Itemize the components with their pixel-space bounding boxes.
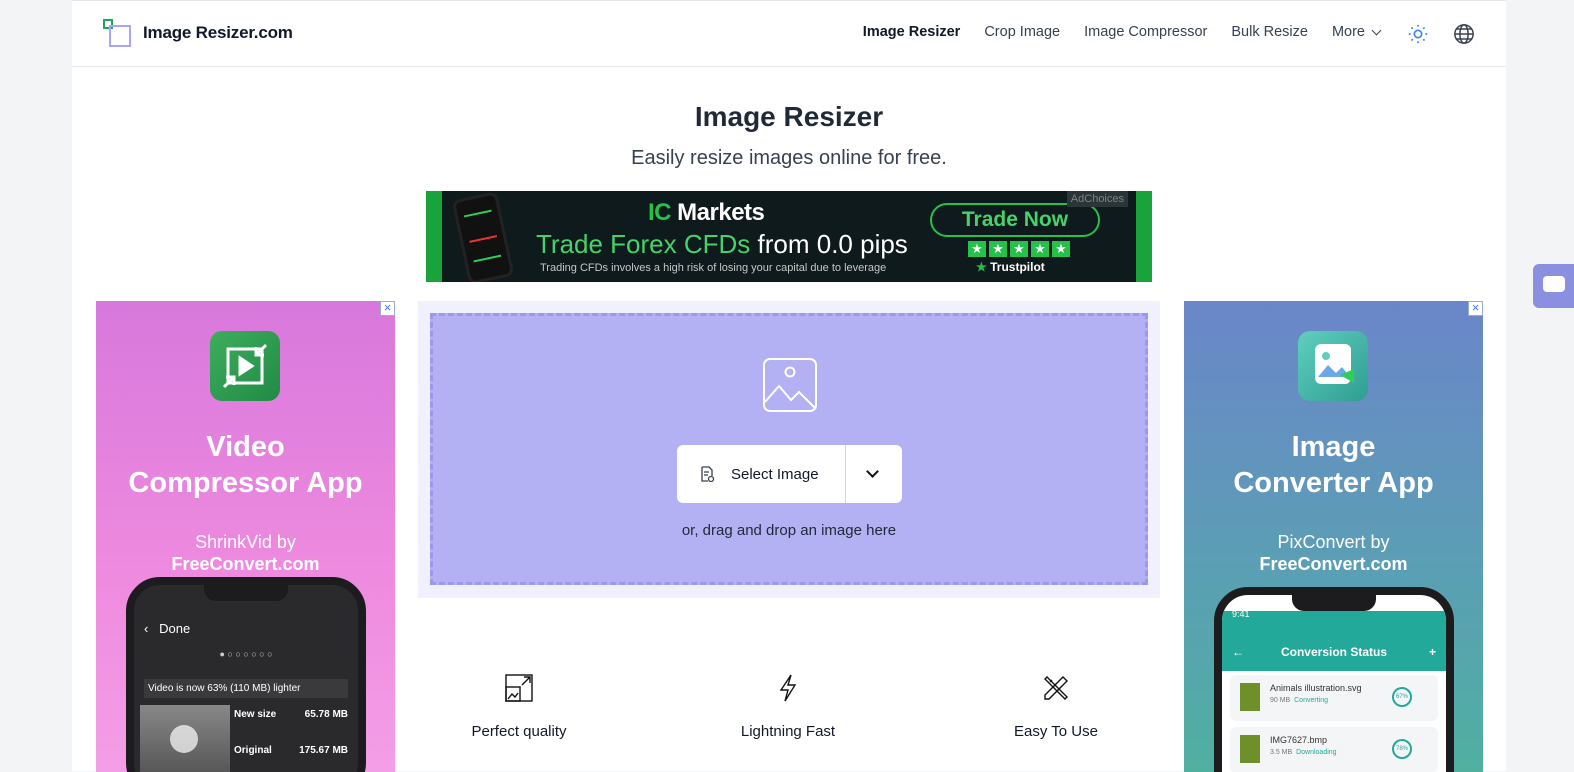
pencil-ruler-icon — [1044, 676, 1068, 700]
nav-more-label: More — [1331, 24, 1365, 40]
feature-label: Perfect quality — [471, 723, 567, 740]
file-jpg-icon — [1240, 735, 1260, 763]
nav-bulk-resize[interactable]: Bulk Resize — [1231, 24, 1308, 40]
left-ad-byline: ShrinkVid by FreeConvert.com — [171, 532, 320, 574]
ad-rating-stars: ★ ★ ★ ★ ★ — [968, 241, 1070, 257]
select-source-dropdown[interactable] — [845, 445, 902, 503]
image-placeholder-icon — [763, 358, 817, 412]
select-image-button-group: Select Image — [677, 445, 902, 503]
chevron-down-icon — [1371, 25, 1382, 35]
original-value: 175.67 MB — [299, 745, 348, 756]
resize-image-icon — [505, 674, 533, 702]
feedback-tab[interactable] — [1533, 264, 1574, 308]
file-row: IMG7627.bmp 3.5 MB Downloading 78% — [1230, 727, 1438, 772]
drag-drop-hint: or, drag and drop an image here — [681, 522, 897, 539]
logo[interactable]: Image Resizer.com — [103, 19, 293, 47]
file-bmp-icon — [1240, 683, 1260, 711]
nav-image-resizer[interactable]: Image Resizer — [863, 24, 961, 40]
lightning-icon — [779, 674, 797, 702]
feature-easy-to-use: Easy To Use — [956, 673, 1156, 740]
close-left-ad-icon[interactable]: × — [380, 301, 395, 316]
right-ad-byline: PixConvert by FreeConvert.com — [1259, 532, 1408, 574]
video-compressor-app-icon — [210, 331, 280, 401]
site-header: Image Resizer.com Image Resizer Crop Ima… — [72, 1, 1506, 67]
logo-mark-icon — [103, 19, 131, 47]
page-subtitle: Easily resize images online for free. — [631, 147, 947, 169]
nav-crop-image[interactable]: Crop Image — [984, 24, 1060, 40]
ad-headline: Trade Forex CFDs from 0.0 pips — [536, 229, 908, 259]
right-side-ad[interactable]: Image Converter App PixConvert by FreeConv… — [1184, 301, 1483, 772]
feature-label: Lightning Fast — [740, 723, 836, 740]
feature-lightning-fast: Lightning Fast — [688, 673, 888, 740]
phone-video-thumb — [140, 705, 230, 772]
image-converter-app-icon — [1298, 331, 1368, 401]
close-right-ad-icon[interactable]: × — [1468, 301, 1483, 316]
close-ad-icon[interactable]: × — [1137, 191, 1152, 206]
main-nav: Image Resizer Crop Image Image Compresso… — [839, 24, 1382, 40]
left-ad-phone-mockup: ‹ Done ● ○ ○ ○ ○ ○ ○ Video is now 63% (1… — [126, 577, 366, 772]
ad-trade-now-button[interactable]: Trade Now — [930, 203, 1100, 237]
phone-message: Video is now 63% (110 MB) lighter — [144, 679, 348, 698]
chat-icon — [1543, 276, 1565, 292]
feature-label: Easy To Use — [1014, 723, 1098, 740]
file-add-icon — [701, 466, 715, 482]
top-banner-ad[interactable]: IC Markets Trade Forex CFDs from 0.0 pip… — [426, 191, 1152, 282]
nav-image-compressor[interactable]: Image Compressor — [1084, 24, 1207, 40]
page-title: Image Resizer — [694, 101, 884, 132]
ad-risk-text: Trading CFDs involves a high risk of los… — [540, 262, 887, 274]
logo-text: Image Resizer.com — [143, 23, 293, 42]
right-ad-heading: Image Converter App — [1233, 431, 1434, 499]
left-ad-heading: Video Compressor App — [128, 431, 363, 499]
right-ad-phone-mockup: 9:41 ← Conversion Status + Animals illustr… — [1214, 587, 1454, 772]
phone-conversion-title: ← Conversion Status + — [1222, 639, 1446, 671]
upload-panel: Select Image or, drag and drop an image … — [418, 301, 1160, 598]
image-dropzone[interactable]: Select Image or, drag and drop an image … — [430, 313, 1148, 585]
ad-phone-image — [451, 191, 515, 282]
ad-brand: IC Markets — [648, 199, 765, 226]
new-size-value: 65.78 MB — [304, 709, 348, 720]
new-size-label: New size — [234, 709, 277, 720]
phone-time: 9:41 — [1232, 609, 1250, 619]
original-label: Original — [234, 745, 272, 756]
select-image-label: Select Image — [731, 465, 819, 483]
adchoices-label[interactable]: AdChoices — [1066, 191, 1128, 207]
page: Image Resizer.com Image Resizer Crop Ima… — [72, 0, 1506, 772]
sun-icon[interactable] — [1407, 23, 1429, 45]
phone-done-label: Done — [159, 621, 191, 636]
feature-perfect-quality: Perfect quality — [419, 673, 619, 740]
globe-icon[interactable] — [1453, 23, 1475, 45]
select-image-button[interactable]: Select Image — [677, 445, 845, 503]
nav-more[interactable]: More — [1331, 24, 1382, 40]
chevron-down-icon — [866, 465, 879, 478]
left-side-ad[interactable]: Video Compressor App ShrinkVid by FreeConv… — [96, 301, 395, 772]
file-row: Animals illustration.svg 90 MB Convertin… — [1230, 675, 1438, 721]
ad-trustpilot: ★ Trustpilot — [976, 260, 1045, 274]
